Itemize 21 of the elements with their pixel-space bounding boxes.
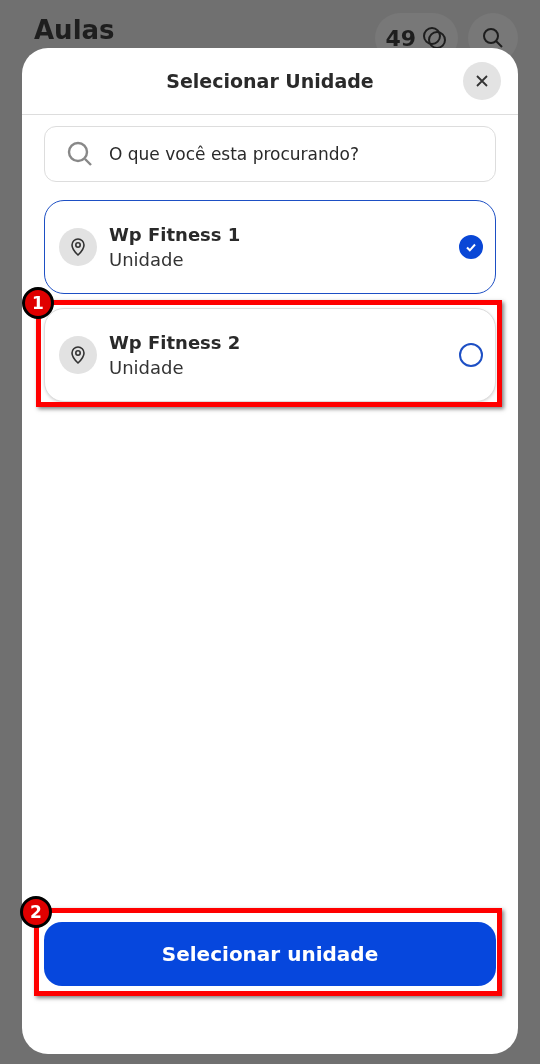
- unit-name: Wp Fitness 1: [109, 224, 242, 245]
- close-button[interactable]: [463, 62, 501, 100]
- step-badge: 2: [20, 896, 52, 928]
- search-field[interactable]: O que você esta procurando?: [44, 126, 496, 182]
- search-icon: [481, 26, 505, 50]
- unit-name: Wp Fitness 2: [109, 332, 242, 353]
- modal-title: Selecionar Unidade: [166, 70, 374, 92]
- unit-type: Unidade: [109, 249, 185, 270]
- page-title: Aulas: [34, 14, 116, 47]
- step-badge: 1: [22, 287, 54, 319]
- radio-button[interactable]: [459, 235, 483, 259]
- unit-type: Unidade: [109, 357, 185, 378]
- radio-button[interactable]: [459, 343, 483, 367]
- location-pin-icon: [59, 228, 97, 266]
- unit-card[interactable]: Wp Fitness 2 Unidade: [44, 308, 496, 402]
- search-icon: [66, 140, 94, 168]
- select-unit-button[interactable]: Selecionar unidade: [44, 922, 496, 986]
- close-icon: [475, 74, 489, 88]
- location-pin-icon: [59, 336, 97, 374]
- coins-icon: [422, 25, 448, 51]
- unit-card[interactable]: Wp Fitness 1 Unidade: [44, 200, 496, 294]
